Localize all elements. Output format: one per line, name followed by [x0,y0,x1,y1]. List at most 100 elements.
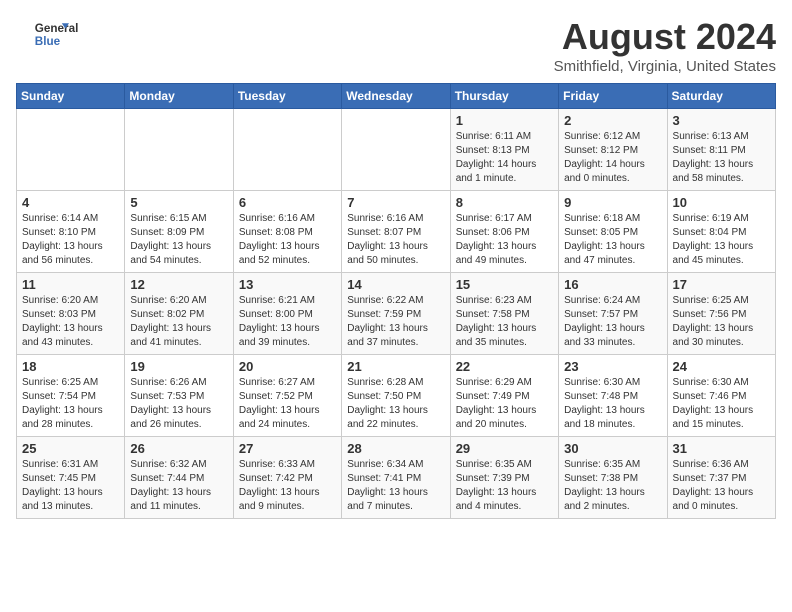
day-number: 30 [564,441,661,456]
calendar-cell: 20 Sunrise: 6:27 AM Sunset: 7:52 PM Dayli… [233,355,341,437]
day-number: 18 [22,359,119,374]
day-number: 27 [239,441,336,456]
calendar-cell: 28Sunrise: 6:34 AM Sunset: 7:41 PM Dayli… [342,437,450,519]
page-header: General Blue August 2024 Smithfield, Vir… [16,16,776,75]
calendar-cell: 10 Sunrise: 6:19 AM Sunset: 8:04 PM Dayli… [667,191,775,273]
day-number: 25 [22,441,119,456]
day-info: Sunrise: 6:24 AM Sunset: 7:57 PM Dayligh… [564,294,661,350]
day-info: Sunrise: 6:32 AM Sunset: 7:44 PM Dayligh… [130,458,227,514]
day-info: Sunrise: 6:21 AM Sunset: 8:00 PM Dayligh… [239,294,336,350]
day-number: 8 [456,195,553,210]
day-info: Sunrise: 6:36 AM Sunset: 7:37 PM Dayligh… [673,458,770,514]
day-info: Sunrise: 6:19 AM Sunset: 8:04 PM Dayligh… [673,212,770,268]
calendar-cell: 3 Sunrise: 6:13 AM Sunset: 8:11 PM Daylig… [667,109,775,191]
day-info: Sunrise: 6:15 AM Sunset: 8:09 PM Dayligh… [130,212,227,268]
day-number: 9 [564,195,661,210]
day-number: 24 [673,359,770,374]
day-number: 17 [673,277,770,292]
calendar-cell: 13Sunrise: 6:21 AM Sunset: 8:00 PM Dayli… [233,273,341,355]
day-info: Sunrise: 6:27 AM Sunset: 7:52 PM Dayligh… [239,376,336,432]
day-info: Sunrise: 6:35 AM Sunset: 7:39 PM Dayligh… [456,458,553,514]
day-number: 31 [673,441,770,456]
day-number: 2 [564,113,661,128]
calendar-cell [125,109,233,191]
calendar-cell: 15 Sunrise: 6:23 AM Sunset: 7:58 PM Dayli… [450,273,558,355]
day-number: 16 [564,277,661,292]
calendar-cell: 23Sunrise: 6:30 AM Sunset: 7:48 PM Dayli… [559,355,667,437]
day-number: 26 [130,441,227,456]
day-number: 3 [673,113,770,128]
calendar-cell: 4 Sunrise: 6:14 AM Sunset: 8:10 PM Daylig… [17,191,125,273]
col-saturday: Saturday [667,84,775,109]
calendar-cell: 25Sunrise: 6:31 AM Sunset: 7:45 PM Dayli… [17,437,125,519]
day-info: Sunrise: 6:29 AM Sunset: 7:49 PM Dayligh… [456,376,553,432]
day-info: Sunrise: 6:20 AM Sunset: 8:02 PM Dayligh… [130,294,227,350]
calendar-week-row: 1 Sunrise: 6:11 AM Sunset: 8:13 PM Daylig… [17,109,776,191]
day-info: Sunrise: 6:22 AM Sunset: 7:59 PM Dayligh… [347,294,444,350]
calendar-cell [342,109,450,191]
day-number: 22 [456,359,553,374]
calendar-cell: 14Sunrise: 6:22 AM Sunset: 7:59 PM Dayli… [342,273,450,355]
day-number: 15 [456,277,553,292]
col-tuesday: Tuesday [233,84,341,109]
calendar-table: Sunday Monday Tuesday Wednesday Thursday… [16,83,776,519]
col-friday: Friday [559,84,667,109]
day-info: Sunrise: 6:20 AM Sunset: 8:03 PM Dayligh… [22,294,119,350]
day-info: Sunrise: 6:11 AM Sunset: 8:13 PM Dayligh… [456,130,553,186]
calendar-title: August 2024 [554,16,776,58]
calendar-week-row: 18Sunrise: 6:25 AM Sunset: 7:54 PM Dayli… [17,355,776,437]
day-number: 28 [347,441,444,456]
svg-text:General: General [35,22,79,35]
calendar-cell: 29 Sunrise: 6:35 AM Sunset: 7:39 PM Dayli… [450,437,558,519]
day-number: 20 [239,359,336,374]
calendar-cell: 31 Sunrise: 6:36 AM Sunset: 7:37 PM Dayli… [667,437,775,519]
calendar-cell: 5 Sunrise: 6:15 AM Sunset: 8:09 PM Daylig… [125,191,233,273]
calendar-cell [17,109,125,191]
calendar-cell: 19Sunrise: 6:26 AM Sunset: 7:53 PM Dayli… [125,355,233,437]
calendar-cell [233,109,341,191]
calendar-header-row: Sunday Monday Tuesday Wednesday Thursday… [17,84,776,109]
calendar-cell: 22 Sunrise: 6:29 AM Sunset: 7:49 PM Dayli… [450,355,558,437]
col-thursday: Thursday [450,84,558,109]
day-number: 21 [347,359,444,374]
day-info: Sunrise: 6:33 AM Sunset: 7:42 PM Dayligh… [239,458,336,514]
calendar-cell: 17 Sunrise: 6:25 AM Sunset: 7:56 PM Dayli… [667,273,775,355]
day-info: Sunrise: 6:18 AM Sunset: 8:05 PM Dayligh… [564,212,661,268]
calendar-cell: 27 Sunrise: 6:33 AM Sunset: 7:42 PM Dayli… [233,437,341,519]
svg-text:Blue: Blue [35,35,61,48]
day-info: Sunrise: 6:30 AM Sunset: 7:46 PM Dayligh… [673,376,770,432]
day-number: 6 [239,195,336,210]
day-info: Sunrise: 6:16 AM Sunset: 8:08 PM Dayligh… [239,212,336,268]
calendar-week-row: 4 Sunrise: 6:14 AM Sunset: 8:10 PM Daylig… [17,191,776,273]
calendar-cell: 2 Sunrise: 6:12 AM Sunset: 8:12 PM Daylig… [559,109,667,191]
day-number: 1 [456,113,553,128]
day-info: Sunrise: 6:25 AM Sunset: 7:56 PM Dayligh… [673,294,770,350]
day-info: Sunrise: 6:17 AM Sunset: 8:06 PM Dayligh… [456,212,553,268]
calendar-cell: 12 Sunrise: 6:20 AM Sunset: 8:02 PM Dayli… [125,273,233,355]
logo: General Blue [16,16,86,52]
day-number: 29 [456,441,553,456]
day-info: Sunrise: 6:12 AM Sunset: 8:12 PM Dayligh… [564,130,661,186]
day-number: 19 [130,359,227,374]
day-info: Sunrise: 6:23 AM Sunset: 7:58 PM Dayligh… [456,294,553,350]
day-number: 7 [347,195,444,210]
day-number: 5 [130,195,227,210]
logo-icon: General Blue [16,16,86,52]
day-info: Sunrise: 6:13 AM Sunset: 8:11 PM Dayligh… [673,130,770,186]
calendar-cell: 7 Sunrise: 6:16 AM Sunset: 8:07 PM Daylig… [342,191,450,273]
calendar-subtitle: Smithfield, Virginia, United States [554,58,776,75]
day-info: Sunrise: 6:16 AM Sunset: 8:07 PM Dayligh… [347,212,444,268]
day-info: Sunrise: 6:14 AM Sunset: 8:10 PM Dayligh… [22,212,119,268]
day-number: 11 [22,277,119,292]
calendar-cell: 30 Sunrise: 6:35 AM Sunset: 7:38 PM Dayli… [559,437,667,519]
calendar-cell: 16 Sunrise: 6:24 AM Sunset: 7:57 PM Dayli… [559,273,667,355]
calendar-cell: 9 Sunrise: 6:18 AM Sunset: 8:05 PM Daylig… [559,191,667,273]
day-number: 10 [673,195,770,210]
calendar-cell: 1 Sunrise: 6:11 AM Sunset: 8:13 PM Daylig… [450,109,558,191]
title-block: August 2024 Smithfield, Virginia, United… [554,16,776,75]
calendar-cell: 21Sunrise: 6:28 AM Sunset: 7:50 PM Dayli… [342,355,450,437]
day-info: Sunrise: 6:35 AM Sunset: 7:38 PM Dayligh… [564,458,661,514]
day-number: 23 [564,359,661,374]
day-number: 4 [22,195,119,210]
day-number: 12 [130,277,227,292]
